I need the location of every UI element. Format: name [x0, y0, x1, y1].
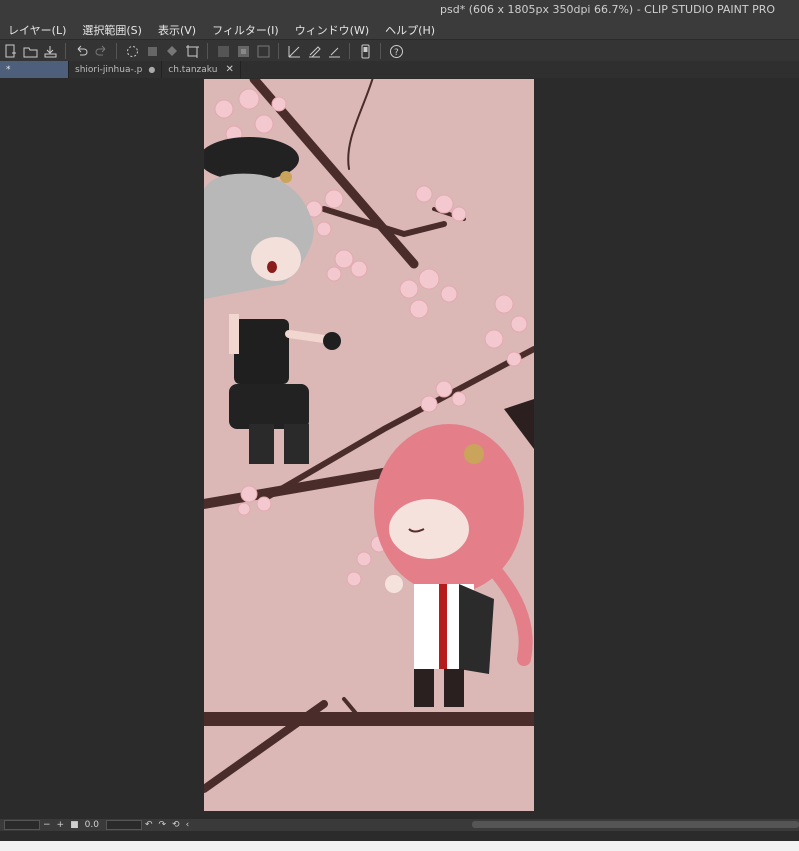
rotate-right-icon[interactable]: ↷	[158, 820, 166, 830]
menu-window[interactable]: ウィンドウ(W)	[287, 22, 377, 38]
tab-label: ch.tanzaku	[168, 64, 218, 75]
save-icon[interactable]	[41, 42, 59, 60]
redo-icon[interactable]	[92, 42, 110, 60]
zoom-in-button[interactable]: +	[57, 820, 65, 830]
navigator-slider[interactable]	[4, 820, 40, 830]
help-icon[interactable]: ?	[387, 42, 405, 60]
toolbar-separator	[278, 43, 279, 59]
open-folder-icon[interactable]	[21, 42, 39, 60]
bottom-area	[0, 831, 799, 851]
hide-outside-icon[interactable]	[214, 42, 232, 60]
tab-label: *	[6, 64, 11, 75]
bottom-strip	[0, 841, 799, 851]
transform-icon[interactable]	[183, 42, 201, 60]
character-pink-hair	[374, 399, 534, 707]
tab-label: shiori-jinhua-.p	[75, 64, 143, 75]
status-bar: − + ■ 0.0 ↶ ↷ ⟲ ‹	[0, 819, 799, 831]
artwork	[204, 79, 534, 793]
svg-text:?: ?	[394, 48, 399, 58]
canvas[interactable]	[204, 79, 534, 811]
stop-icon[interactable]: ■	[70, 820, 79, 830]
zoom-out-button[interactable]: −	[43, 820, 51, 830]
new-file-icon[interactable]	[1, 42, 19, 60]
tab-shiori-jinhua[interactable]: shiori-jinhua-.p ●	[69, 61, 163, 78]
tab-ch-tanzaku[interactable]: ch.tanzaku ✕	[162, 61, 241, 78]
close-icon[interactable]: ✕	[225, 64, 233, 75]
undo-icon[interactable]	[72, 42, 90, 60]
menu-filter[interactable]: フィルター(I)	[204, 22, 287, 38]
tab-current-document[interactable]: *	[0, 61, 69, 78]
document-tab-bar: * shiori-jinhua-.p ● ch.tanzaku ✕	[0, 61, 799, 78]
fill-icon[interactable]	[163, 42, 181, 60]
unsaved-dot-icon: ●	[148, 65, 156, 74]
menu-view[interactable]: 表示(V)	[150, 22, 204, 38]
zoom-value[interactable]: 0.0	[85, 820, 99, 830]
toolbar-separator	[349, 43, 350, 59]
toolbar-separator	[116, 43, 117, 59]
rotate-left-icon[interactable]: ↶	[145, 820, 153, 830]
horizontal-scrollbar[interactable]	[472, 821, 799, 828]
menu-layer[interactable]: レイヤー(L)	[0, 22, 74, 38]
collapse-icon[interactable]: ‹	[186, 820, 190, 830]
toolbar-separator	[65, 43, 66, 59]
invert-selection-icon[interactable]	[234, 42, 252, 60]
reset-rotation-icon[interactable]: ⟲	[172, 820, 180, 830]
command-bar: ?	[0, 39, 799, 62]
menu-help[interactable]: ヘルプ(H)	[377, 22, 443, 38]
device-icon[interactable]	[356, 42, 374, 60]
loading-icon[interactable]	[123, 42, 141, 60]
selection-border-icon[interactable]	[254, 42, 272, 60]
toolbar-separator	[207, 43, 208, 59]
pen-icon[interactable]	[305, 42, 323, 60]
title-bar: psd* (606 x 1805px 350dpi 66.7%) - CLIP …	[0, 0, 799, 20]
clear-icon[interactable]	[143, 42, 161, 60]
rotation-slider[interactable]	[105, 820, 142, 830]
ruler-icon[interactable]	[285, 42, 303, 60]
menu-selection[interactable]: 選択範囲(S)	[74, 22, 150, 38]
ruler2-icon[interactable]	[325, 42, 343, 60]
menu-bar: レイヤー(L) 選択範囲(S) 表示(V) フィルター(I) ウィンドウ(W) …	[0, 20, 799, 39]
toolbar-separator	[380, 43, 381, 59]
character-grey-hair	[204, 137, 341, 464]
window-title: psd* (606 x 1805px 350dpi 66.7%) - CLIP …	[440, 3, 776, 16]
